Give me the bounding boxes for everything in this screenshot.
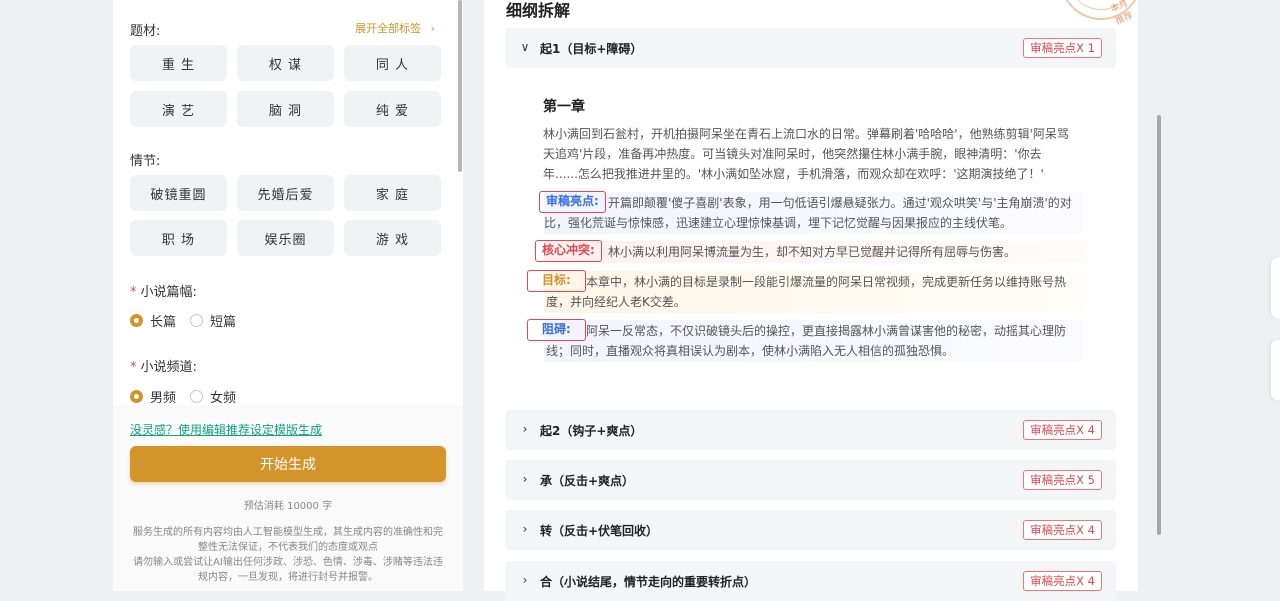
- channel-option-label: 女频: [210, 391, 237, 405]
- chevron-right-icon: ›: [522, 573, 528, 587]
- note-tag-highlight: 审稿亮点:: [539, 191, 606, 213]
- theme-chip[interactable]: 同 人: [344, 45, 441, 81]
- section-row[interactable]: › 起2（钩子+爽点） 审稿亮点X 4: [505, 410, 1116, 450]
- length-label-text: 小说篇幅:: [140, 285, 197, 300]
- theme-chip[interactable]: 权 谋: [237, 45, 334, 81]
- stamp-text: 本月推荐: [1109, 0, 1135, 27]
- plot-chip[interactable]: 破镜重圆: [130, 175, 227, 211]
- radio-selected-icon: [130, 314, 143, 327]
- section-row[interactable]: › 承（反击+爽点） 审稿亮点X 5: [505, 460, 1116, 500]
- length-option-label: 短篇: [210, 315, 237, 330]
- required-mark: *: [130, 360, 137, 375]
- show-all-tags-link[interactable]: 展开全部标签 ›: [355, 20, 435, 36]
- section-label: 转（反击+伏笔回收）: [540, 524, 659, 538]
- theme-chip[interactable]: 重 生: [130, 45, 227, 81]
- channel-option-male[interactable]: 男频: [130, 387, 176, 405]
- generate-button[interactable]: 开始生成: [130, 446, 446, 482]
- radio-unselected-icon: [190, 314, 203, 327]
- note-tag-conflict: 核心冲突:: [535, 240, 602, 262]
- section-row[interactable]: ∨ 起1（目标+障碍） 审稿亮点X 1: [505, 28, 1116, 68]
- channel-label: * 小说频道:: [130, 356, 197, 375]
- theme-chip[interactable]: 演 艺: [130, 91, 227, 127]
- side-tab[interactable]: [1271, 340, 1280, 400]
- section-row[interactable]: › 合（小说结尾，情节走向的重要转折点） 审稿亮点X 4: [505, 561, 1116, 601]
- chapter-text: 林小满回到石瓮村，开机拍摄阿呆坐在青石上流口水的日常。弹幕刷着'哈哈哈'，他熟练…: [543, 127, 1069, 181]
- plot-chip[interactable]: 游 戏: [344, 220, 441, 256]
- note-tag-obstacle: 阻碍:: [527, 319, 586, 341]
- main-scrollbar[interactable]: [1157, 115, 1161, 535]
- highlight-badge: 审稿亮点X 4: [1023, 520, 1102, 540]
- show-all-tags-text: 展开全部标签: [355, 22, 422, 35]
- inspiration-link[interactable]: 没灵感？使用编辑推荐设定模版生成: [130, 421, 322, 438]
- theme-label: 题材:: [130, 24, 161, 39]
- note-text: 本章中，林小满的目标是录制一段能引爆流量的阿呆日常视频，完成更新任务以维持账号热…: [546, 275, 1067, 309]
- theme-chip[interactable]: 脑 洞: [237, 91, 334, 127]
- chapter-title: 第一章: [543, 99, 585, 115]
- chevron-right-icon: ›: [522, 522, 528, 536]
- plot-chip[interactable]: 家 庭: [344, 175, 441, 211]
- page-title: 细纲拆解: [506, 1, 571, 20]
- note-text: 开篇即颠覆'傻子喜剧'表象，用一句低语引爆悬疑张力。通过'观众哄笑'与'主角崩溃…: [544, 196, 1072, 230]
- side-tab[interactable]: [1271, 258, 1280, 318]
- channel-option-label: 男频: [150, 391, 177, 405]
- plot-chip[interactable]: 职 场: [130, 220, 227, 256]
- highlight-badge: 审稿亮点X 5: [1023, 470, 1102, 490]
- theme-chip[interactable]: 纯 爱: [344, 91, 441, 127]
- plot-label: 情节:: [130, 154, 161, 169]
- estimate-text: 预估消耗 10000 字: [243, 501, 333, 512]
- required-mark: *: [130, 285, 137, 300]
- section-label: 起1（目标+障碍）: [540, 42, 643, 56]
- plot-chip[interactable]: 先婚后爱: [237, 175, 334, 211]
- note-text: 阿呆一反常态，不仅识破镜头后的操控，更直接揭露林小满曾谋害他的秘密，动摇其心理防…: [546, 324, 1067, 358]
- disclaimer-text: 服务生成的所有内容均由人工智能模型生成，其生成内容的准确性和完整性无法保证，不代…: [133, 527, 443, 583]
- radio-selected-icon: [130, 390, 143, 403]
- note-text: 林小满以利用阿呆博流量为生，却不知对方早已觉醒并记得所有屈辱与伤害。: [608, 245, 1017, 259]
- generate-footer: 没灵感？使用编辑推荐设定模版生成 开始生成 预估消耗 10000 字 服务生成的…: [113, 405, 463, 591]
- chevron-right-icon: ›: [430, 22, 435, 35]
- settings-scrollbar[interactable]: [458, 0, 462, 172]
- highlight-badge: 审稿亮点X 1: [1023, 38, 1102, 58]
- settings-scroll-area: 题材: 展开全部标签 › 重 生 权 谋 同 人 演 艺 脑 洞 纯 爱 情节:…: [113, 0, 463, 405]
- length-option-label: 长篇: [150, 315, 177, 330]
- channel-option-female[interactable]: 女频: [190, 387, 236, 405]
- section-label: 承（反击+爽点）: [540, 474, 635, 488]
- channel-label-text: 小说频道:: [140, 360, 197, 375]
- section-label: 起2（钩子+爽点）: [540, 424, 643, 438]
- radio-unselected-icon: [190, 390, 203, 403]
- note-tag-goal: 目标:: [527, 270, 586, 292]
- length-option-long[interactable]: 长篇: [130, 311, 176, 330]
- section-row[interactable]: › 转（反击+伏笔回收） 审稿亮点X 4: [505, 510, 1116, 550]
- plot-chip[interactable]: 娱乐圈: [237, 220, 334, 256]
- length-label: * 小说篇幅:: [130, 281, 197, 300]
- settings-panel: 题材: 展开全部标签 › 重 生 权 谋 同 人 演 艺 脑 洞 纯 爱 情节:…: [113, 0, 463, 591]
- length-option-short[interactable]: 短篇: [190, 311, 236, 330]
- section-label: 合（小说结尾，情节走向的重要转折点）: [540, 575, 757, 589]
- chevron-down-icon: ∨: [520, 40, 530, 54]
- chevron-right-icon: ›: [522, 472, 528, 486]
- highlight-badge: 审稿亮点X 4: [1023, 420, 1102, 440]
- outline-panel: 细纲拆解 本月推荐 ∨ 起1（目标+障碍） 审稿亮点X 1 第一章 林小满回到石…: [484, 0, 1142, 601]
- highlight-badge: 审稿亮点X 4: [1023, 571, 1102, 591]
- chevron-right-icon: ›: [522, 422, 528, 436]
